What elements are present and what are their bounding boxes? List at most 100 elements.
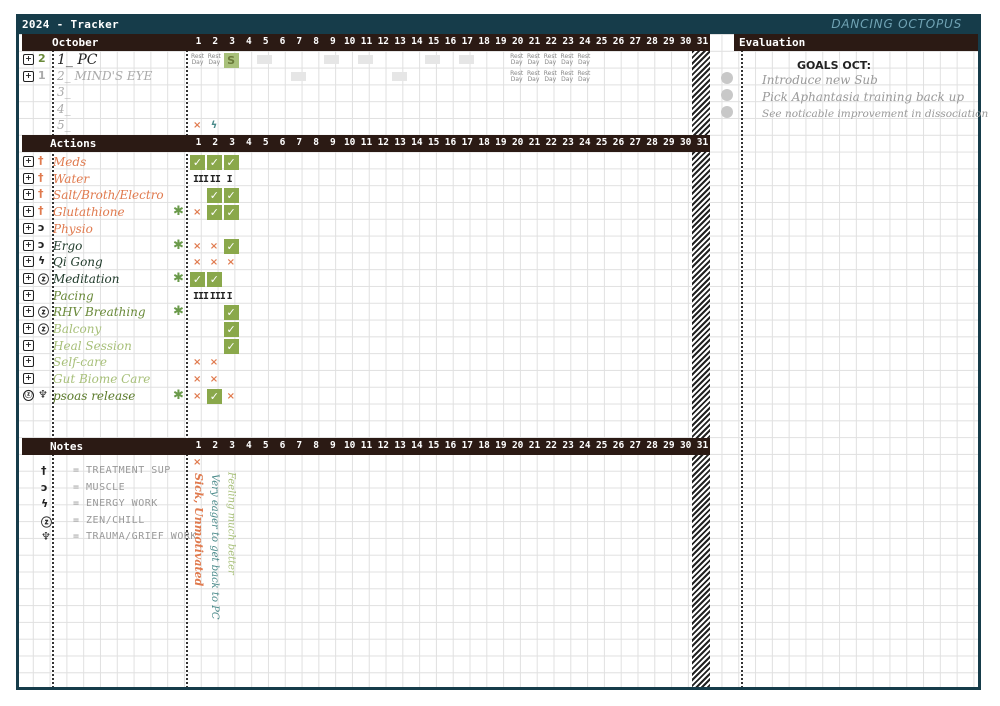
day-number: 12 xyxy=(377,137,390,148)
missed-mark[interactable]: × xyxy=(193,120,201,131)
done-check[interactable]: ✓ xyxy=(223,238,239,254)
done-check[interactable]: ✓ xyxy=(223,155,239,170)
treatment-icon: + xyxy=(23,189,34,201)
day-number: 9 xyxy=(330,36,336,47)
done-check[interactable]: ✓ xyxy=(206,205,222,221)
goal-bullet[interactable] xyxy=(721,89,733,101)
day-number: 11 xyxy=(360,36,373,47)
missed-mark[interactable]: × xyxy=(193,391,201,402)
day-number: 23 xyxy=(562,137,574,148)
day-number: 3 xyxy=(229,36,235,47)
rest-day-mark: Rest Day xyxy=(526,70,541,83)
tally-mark[interactable]: III xyxy=(210,291,226,302)
treatment-icon: + xyxy=(23,70,34,82)
treatment-icon: + xyxy=(23,256,34,268)
done-check[interactable]: ✓ xyxy=(223,205,239,221)
missed-mark[interactable]: × xyxy=(193,241,201,252)
goal-bullet[interactable] xyxy=(721,106,733,118)
day-number: 23 xyxy=(562,36,574,47)
day-number: 28 xyxy=(646,36,658,47)
tally-mark[interactable]: I xyxy=(227,291,233,302)
rest-day-mark: Rest Day xyxy=(560,53,574,66)
legend-icon: † xyxy=(41,464,47,477)
goal-label: 3_ xyxy=(57,85,71,99)
day-number: 24 xyxy=(579,137,591,148)
rest-day-mark: Rest Day xyxy=(577,53,591,66)
day-number: 7 xyxy=(296,137,303,148)
title-bar: 2024 - Tracker DANCING OCTOPUS xyxy=(19,17,978,34)
legend-text: = TREATMENT SUP xyxy=(73,465,171,476)
category-icon: ɔ xyxy=(38,237,45,251)
done-check[interactable]: ✓ xyxy=(190,155,205,170)
divider-labels xyxy=(186,34,188,687)
missed-mark[interactable]: × xyxy=(210,374,218,385)
goal-label: 1_ PC xyxy=(57,52,98,68)
day-number: 10 xyxy=(343,440,356,451)
done-check[interactable]: ✓ xyxy=(206,388,222,404)
day-number: 26 xyxy=(612,440,625,451)
done-check[interactable]: ✓ xyxy=(223,322,239,337)
day-number: 26 xyxy=(612,36,625,47)
pc-mark[interactable]: S xyxy=(223,53,239,68)
category-icon: ɔ xyxy=(38,220,45,234)
blocked-day xyxy=(425,55,441,64)
goal-item: Pick Aphantasia training back up xyxy=(762,90,965,104)
day-number: 29 xyxy=(663,137,675,148)
day-number: 7 xyxy=(296,36,303,47)
day-number: 16 xyxy=(444,137,457,148)
missed-mark[interactable]: × xyxy=(193,374,201,385)
day-number: 21 xyxy=(528,137,541,148)
day-number: 9 xyxy=(330,440,336,451)
treatment-icon: + xyxy=(23,54,34,65)
treatment-icon: + xyxy=(23,323,34,334)
missed-mark[interactable]: × xyxy=(193,257,201,268)
legend-text: = ENERGY WORK xyxy=(73,498,158,509)
goal-item: Introduce new Sub xyxy=(762,73,878,87)
priority-star: ✱ xyxy=(173,204,184,220)
done-check[interactable]: ✓ xyxy=(206,271,222,287)
tally-mark[interactable]: II xyxy=(210,174,221,185)
goal-bullet[interactable] xyxy=(721,72,733,84)
goal-label: 2_ MIND'S EYE xyxy=(57,68,153,83)
missed-mark[interactable]: × xyxy=(193,207,201,218)
treatment-icon: + xyxy=(23,172,34,184)
missed-mark[interactable]: × xyxy=(227,257,235,268)
missed-mark[interactable]: × xyxy=(210,357,218,368)
missed-mark[interactable]: × xyxy=(210,241,218,252)
day-number: 15 xyxy=(427,440,440,451)
tally-mark[interactable]: I xyxy=(227,174,233,185)
day-number: 20 xyxy=(511,137,524,148)
rest-day-mark: Rest Day xyxy=(543,70,557,83)
tally-mark[interactable]: III xyxy=(193,291,209,302)
day-number: 22 xyxy=(545,440,558,451)
day-number: 30 xyxy=(679,137,692,148)
goal-priority: 1 xyxy=(38,68,46,82)
missed-mark[interactable]: × xyxy=(193,357,201,368)
done-check[interactable]: ✓ xyxy=(223,338,239,354)
treatment-icon: + xyxy=(23,206,34,218)
day-number: 11 xyxy=(360,137,373,148)
tally-mark[interactable]: III xyxy=(193,174,209,185)
page-title: 2024 - Tracker xyxy=(22,18,119,31)
priority-star: ✱ xyxy=(173,270,184,286)
missed-mark[interactable]: × xyxy=(227,391,235,402)
day-number: 13 xyxy=(394,36,406,47)
category-icon: † xyxy=(38,204,44,218)
treatment-icon: + xyxy=(23,156,34,167)
category-icon: † xyxy=(38,187,44,201)
day-number: 22 xyxy=(545,36,558,47)
notes-band: Notes 1 2 3 4 5 6 7 8 9 10 11 12 13 14 15 16 17 18 19 20 21 2… xyxy=(22,438,710,455)
day-number: 14 xyxy=(411,36,423,47)
energy-mark[interactable]: ϟ xyxy=(211,120,218,131)
done-check[interactable]: ✓ xyxy=(190,271,205,287)
missed-mark[interactable]: × xyxy=(210,257,218,268)
done-check[interactable]: ✓ xyxy=(223,188,239,204)
day-number: 4 xyxy=(246,36,252,47)
done-check[interactable]: ✓ xyxy=(206,155,222,170)
day-number: 14 xyxy=(411,137,423,148)
done-check[interactable]: ✓ xyxy=(206,188,222,204)
action-label: Heal Session xyxy=(53,338,132,353)
action-label: Qi Gong xyxy=(53,255,103,270)
day-number: 16 xyxy=(444,36,457,47)
done-check[interactable]: ✓ xyxy=(223,305,239,321)
